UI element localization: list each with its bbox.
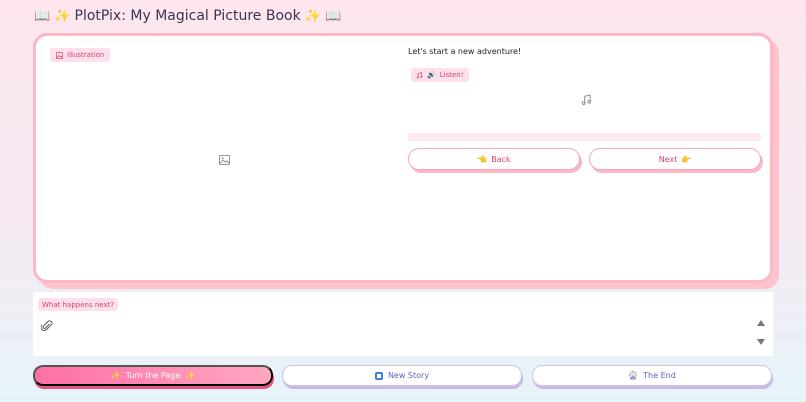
- image-icon: [219, 155, 230, 165]
- end-label: The End: [643, 371, 676, 380]
- prompt-label: What happens next?: [38, 298, 119, 311]
- turn-emoji-left: ✨: [110, 371, 121, 380]
- prompt-input-area[interactable]: What happens next?: [33, 292, 773, 356]
- back-label: Back: [491, 154, 511, 164]
- scroll-down-arrow[interactable]: [757, 339, 765, 345]
- picture-book-card: Illustration Let's start a new adventure…: [33, 33, 773, 283]
- title-emoji-left: 📖 ✨: [34, 8, 71, 24]
- illustration-label-text: Illustration: [67, 51, 105, 59]
- illustration-label: Illustration: [50, 48, 111, 62]
- image-icon: [56, 51, 63, 59]
- turn-page-button[interactable]: ✨ Turn the Page ✨: [33, 365, 273, 386]
- music-note-icon: [581, 94, 592, 105]
- listen-label: 🔊 Listen!: [411, 68, 469, 82]
- turn-label: Turn the Page: [125, 371, 181, 380]
- turn-emoji-right: ✨: [185, 371, 196, 380]
- new-story-button[interactable]: New Story: [282, 365, 522, 386]
- new-story-label: New Story: [387, 371, 430, 380]
- end-emoji: 🎡: [628, 371, 639, 380]
- music-note-icon: [416, 71, 423, 79]
- app-title: 📖 ✨ PlotPix: My Magical Picture Book ✨ 📖: [34, 6, 341, 26]
- audio-player-bar[interactable]: [408, 133, 761, 141]
- next-button[interactable]: Next 👉: [589, 148, 761, 170]
- back-emoji: 👈: [477, 154, 488, 164]
- listen-label-text: Listen!: [439, 71, 464, 79]
- new-story-icon: [374, 371, 383, 380]
- title-text: PlotPix: My Magical Picture Book: [74, 8, 301, 24]
- story-text: Let's start a new adventure!: [408, 47, 522, 56]
- next-label: Next: [658, 154, 678, 164]
- next-emoji: 👉: [681, 154, 692, 164]
- back-button[interactable]: 👈 Back: [408, 148, 580, 170]
- paperclip-icon[interactable]: [41, 320, 53, 332]
- listen-emoji: 🔊: [427, 71, 436, 79]
- the-end-button[interactable]: 🎡 The End: [532, 365, 772, 386]
- title-emoji-right: ✨ 📖: [304, 8, 342, 24]
- scroll-up-arrow[interactable]: [757, 320, 765, 326]
